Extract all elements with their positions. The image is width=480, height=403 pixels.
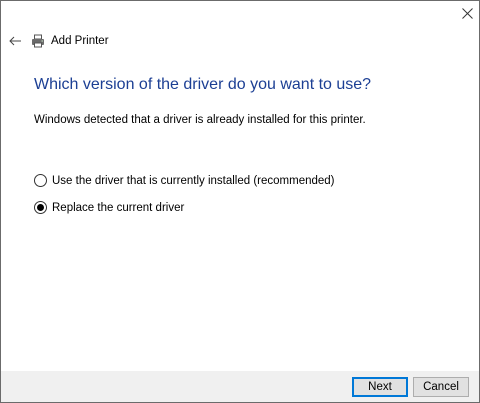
radio-button-selected[interactable] [34, 201, 47, 214]
close-icon [461, 7, 473, 19]
dialog-header: Add Printer [7, 31, 109, 51]
back-button[interactable] [7, 33, 23, 49]
back-arrow-icon [9, 36, 21, 46]
radio-selected-dot [37, 204, 44, 211]
description-text: Windows detected that a driver is alread… [34, 114, 366, 126]
option-label: Use the driver that is currently install… [52, 174, 335, 187]
page-title: Which version of the driver do you want … [34, 76, 372, 93]
option-use-current-driver[interactable]: Use the driver that is currently install… [34, 174, 335, 187]
printer-icon [31, 34, 45, 48]
option-label: Replace the current driver [52, 201, 185, 214]
close-button[interactable] [457, 3, 477, 23]
radio-button[interactable] [34, 174, 47, 187]
dialog-footer: Next Cancel [1, 371, 479, 402]
add-printer-dialog: Add Printer Which version of the driver … [0, 0, 480, 403]
window-title: Add Printer [51, 35, 109, 47]
cancel-button[interactable]: Cancel [413, 377, 469, 397]
option-replace-driver[interactable]: Replace the current driver [34, 201, 184, 214]
next-button[interactable]: Next [352, 377, 408, 397]
